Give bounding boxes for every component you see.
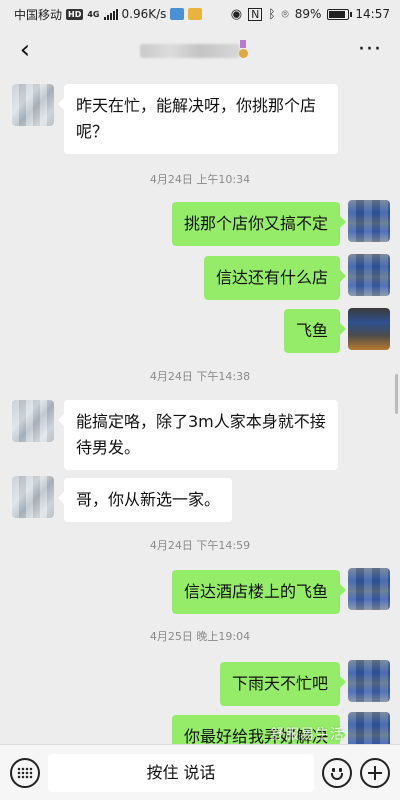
hold-to-talk-button[interactable]: 按住 说话 xyxy=(48,754,314,792)
chat-messages[interactable]: 昨天在忙，能解决呀，你挑那个店呢？ 4月24日 上午10:34 挑那个店你又搞不… xyxy=(0,74,400,744)
my-avatar[interactable] xyxy=(348,200,390,242)
watermark: 舒服易生活 xyxy=(270,727,345,743)
clock: 14:57 xyxy=(355,7,390,21)
chat-header: ‹ ··· xyxy=(0,28,400,74)
timestamp: 4月24日 下午14:59 xyxy=(149,539,251,552)
status-bar: 中国移动 HD 4G 0.96K/s ◉ N ᛒ ⌾ 89% 14:57 xyxy=(0,0,400,28)
friend-avatar[interactable] xyxy=(12,84,54,126)
emoji-icon[interactable] xyxy=(322,758,352,788)
message-bubble-outgoing[interactable]: 下雨天不忙吧 xyxy=(219,662,347,706)
battery-percent: 89% xyxy=(294,7,322,21)
battery-icon xyxy=(327,8,353,20)
network-type: 4G xyxy=(87,9,100,19)
more-dots-icon[interactable]: ··· xyxy=(358,38,382,62)
my-avatar[interactable] xyxy=(348,254,390,296)
weather-icon xyxy=(188,8,203,20)
my-avatar[interactable] xyxy=(348,568,390,610)
signal-icon xyxy=(103,8,118,20)
my-avatar[interactable] xyxy=(348,308,390,350)
timestamp: 4月24日 下午14:38 xyxy=(149,370,251,383)
message-bubble-incoming[interactable]: 哥，你从新选一家。 xyxy=(57,478,233,522)
my-avatar[interactable] xyxy=(348,660,390,702)
scrollbar[interactable] xyxy=(395,374,398,414)
location-icon: ⌾ xyxy=(281,6,289,21)
bluetooth-icon: ᛒ xyxy=(268,7,276,21)
friend-avatar[interactable] xyxy=(12,476,54,518)
carrier-label: 中国移动 xyxy=(14,7,63,22)
my-avatar[interactable] xyxy=(348,712,390,744)
message-bubble-incoming[interactable]: 能搞定咯，除了3m人家本身就不接待男发。 xyxy=(58,400,338,470)
medal-icon xyxy=(238,40,248,60)
timestamp: 4月24日 上午10:34 xyxy=(149,173,251,186)
timestamp: 4月25日 晚上19:04 xyxy=(149,630,251,643)
keyboard-icon[interactable] xyxy=(10,758,40,788)
message-bubble-outgoing[interactable]: 飞鱼 xyxy=(283,309,347,353)
input-bar: 按住 说话 xyxy=(0,744,400,800)
hd-badge: HD xyxy=(66,8,84,20)
app-notification-icon xyxy=(170,8,185,20)
message-bubble-incoming[interactable]: 昨天在忙，能解决呀，你挑那个店呢？ xyxy=(58,84,338,154)
eye-icon: ◉ xyxy=(230,6,243,22)
message-bubble-outgoing[interactable]: 信达酒店楼上的飞鱼 xyxy=(171,570,347,614)
plus-icon[interactable] xyxy=(360,758,390,788)
network-speed: 0.96K/s xyxy=(121,7,167,21)
back-chevron-icon[interactable]: ‹ xyxy=(10,36,40,66)
contact-name-blurred xyxy=(140,44,240,58)
message-bubble-outgoing[interactable]: 挑那个店你又搞不定 xyxy=(171,202,347,246)
nfc-icon: N xyxy=(248,7,263,21)
friend-avatar[interactable] xyxy=(12,400,54,442)
message-bubble-outgoing[interactable]: 信达还有什么店 xyxy=(203,256,347,300)
